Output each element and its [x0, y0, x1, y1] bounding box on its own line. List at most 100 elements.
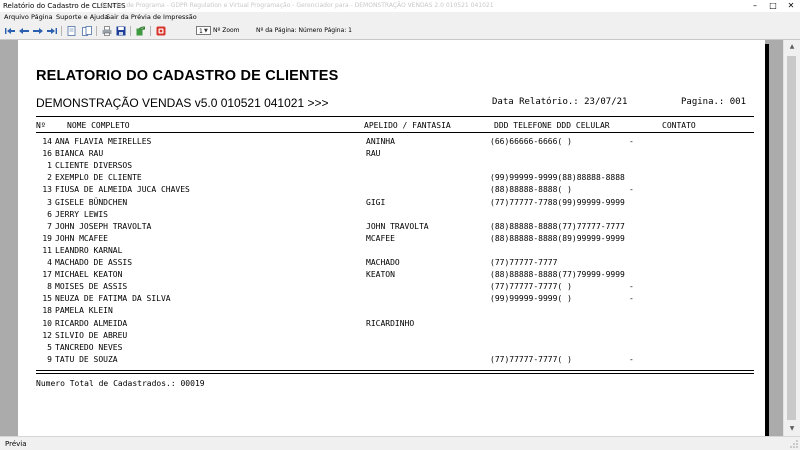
close-button[interactable]: ✕ [782, 0, 800, 12]
minimize-button[interactable]: – [746, 0, 764, 12]
row-phones: (77)77777-7777 [490, 258, 558, 267]
last-page-icon[interactable] [46, 25, 57, 36]
page-number-label: Nº da Página: Número Página: 1 [256, 27, 352, 34]
row-name: BIANCA RAU [55, 149, 104, 159]
row-code: 13 [42, 185, 52, 195]
row-nickname: RAU [366, 149, 381, 159]
row-code: 11 [42, 245, 52, 255]
row-code: 17 [42, 270, 52, 280]
row-phones: (88)88888-8888( ) [490, 185, 572, 195]
column-header-nickname: APELIDO / FANTASIA [364, 121, 451, 130]
total-records: Numero Total de Cadastrados.: 00019 [36, 379, 205, 388]
row-name: MACHADO DE ASSIS [55, 258, 133, 267]
window-title-ghost: Gerador de Programa - GDPR Regulation e … [100, 2, 494, 9]
row-nickname: RICARDINHO [366, 318, 415, 328]
row-name: SILVIO DE ABREU [55, 330, 128, 340]
footer-rule-double [36, 373, 754, 374]
toolbar: 1 ▼ Nº Zoom Nº da Página: Número Página:… [0, 23, 800, 40]
maximize-button[interactable]: □ [764, 0, 782, 12]
row-code: 1 [47, 161, 52, 171]
row-nickname: MCAFEE [366, 233, 395, 243]
row-code: 5 [47, 342, 52, 352]
first-page-icon[interactable] [4, 25, 15, 36]
column-header-name: NOME COMPLETO [67, 121, 130, 130]
row-name: ANA FLAVIA MEIRELLES [55, 137, 152, 146]
print-icon[interactable] [101, 25, 112, 36]
next-page-icon[interactable] [32, 25, 43, 36]
scroll-thumb[interactable] [787, 56, 796, 420]
report-page: RELATORIO DO CADASTRO DE CLIENTES DEMONS… [18, 40, 765, 436]
previous-page-icon[interactable] [18, 25, 29, 36]
chevron-down-icon[interactable]: ▼ [204, 27, 208, 35]
row-code: 6 [47, 209, 52, 219]
zoom-label: Nº Zoom [213, 27, 240, 34]
header-top-rule [36, 116, 754, 117]
row-contact: - [629, 137, 634, 146]
row-phones: (66)66666-6666( ) [490, 137, 572, 146]
row-phones: (99)99999-9999( ) [490, 294, 572, 304]
row-name: NEUZA DE FATIMA DA SILVA [55, 294, 171, 304]
report-subtitle: DEMONSTRAÇÃO VENDAS v5.0 010521 041021 >… [36, 96, 329, 110]
single-page-icon[interactable] [66, 25, 77, 36]
row-phones: (88)88888-8888(89)99999-9999 [490, 233, 625, 243]
toolbar-separator [150, 26, 151, 36]
row-code: 9 [47, 354, 52, 364]
row-phones: (77)77777-7788(99)99999-9999 [490, 197, 625, 207]
status-bar: Prévia [0, 436, 800, 450]
row-phones: (77)77777-7777( ) [490, 282, 572, 292]
row-phones: (99)99999-9999(88)88888-8888 [490, 173, 625, 183]
scroll-down-icon[interactable]: ▼ [784, 422, 800, 436]
row-nickname: JOHN TRAVOLTA [366, 221, 429, 231]
row-contact: - [629, 294, 634, 304]
row-name: PAMELA KLEIN [55, 306, 113, 316]
save-icon[interactable] [115, 25, 126, 36]
status-text: Prévia [5, 440, 27, 448]
row-code: 18 [42, 306, 52, 316]
row-name: FIUSA DE ALMEIDA JUCA CHAVES [55, 185, 190, 195]
column-header-number: Nº [36, 121, 46, 130]
header-bottom-rule [36, 132, 754, 133]
row-contact: - [629, 282, 634, 292]
menu-arquivo[interactable]: Arquivo [4, 12, 29, 23]
row-contact: - [629, 185, 634, 195]
export-icon[interactable] [135, 25, 146, 36]
row-name: MOISES DE ASSIS [55, 282, 128, 292]
two-pages-icon[interactable] [81, 25, 92, 36]
row-phones: (77)77777-7777( ) [490, 354, 572, 364]
row-code: 15 [42, 294, 52, 304]
row-name: TANCREDO NEVES [55, 342, 123, 352]
row-code: 4 [47, 258, 52, 267]
row-nickname: MACHADO [366, 258, 400, 267]
row-phones: (88)88888-8888(77)77777-7777 [490, 221, 625, 231]
scroll-up-icon[interactable]: ▲ [784, 40, 800, 54]
row-nickname: GIGI [366, 197, 386, 207]
footer-rule [36, 370, 754, 371]
row-code: 14 [42, 137, 52, 146]
vertical-scrollbar[interactable]: ▲ ▼ [783, 40, 800, 436]
row-code: 16 [42, 149, 52, 159]
row-code: 8 [47, 282, 52, 292]
menu-suporte-ajuda[interactable]: Suporte e Ajuda [56, 12, 108, 23]
row-code: 2 [47, 173, 52, 183]
row-name: MICHAEL KEATON [55, 270, 123, 280]
row-code: 19 [42, 233, 52, 243]
preview-canvas: RELATORIO DO CADASTRO DE CLIENTES DEMONS… [0, 40, 800, 436]
toolbar-separator [130, 26, 131, 36]
row-name: TATU DE SOUZA [55, 354, 118, 364]
row-name: JOHN JOSEPH TRAVOLTA [55, 221, 152, 231]
row-phones: (88)88888-8888(77)79999-9999 [490, 270, 625, 280]
resize-grip-icon[interactable] [790, 440, 798, 448]
menu-sair-previa[interactable]: Sair da Prévia de Impressão [106, 12, 197, 23]
row-code: 7 [47, 221, 52, 231]
row-nickname: KEATON [366, 270, 395, 280]
row-nickname: ANINHA [366, 137, 395, 146]
row-name: JERRY LEWIS [55, 209, 108, 219]
report-page-number: Pagina.: 001 [681, 97, 747, 107]
pdf-icon[interactable] [155, 25, 166, 36]
report-date: Data Relatório.: 23/07/21 [492, 97, 628, 107]
row-code: 10 [42, 318, 52, 328]
row-name: CLIENTE DIVERSOS [55, 161, 133, 171]
menu-pagina[interactable]: Página [31, 12, 53, 23]
toolbar-separator [96, 26, 97, 36]
row-contact: - [629, 354, 634, 364]
